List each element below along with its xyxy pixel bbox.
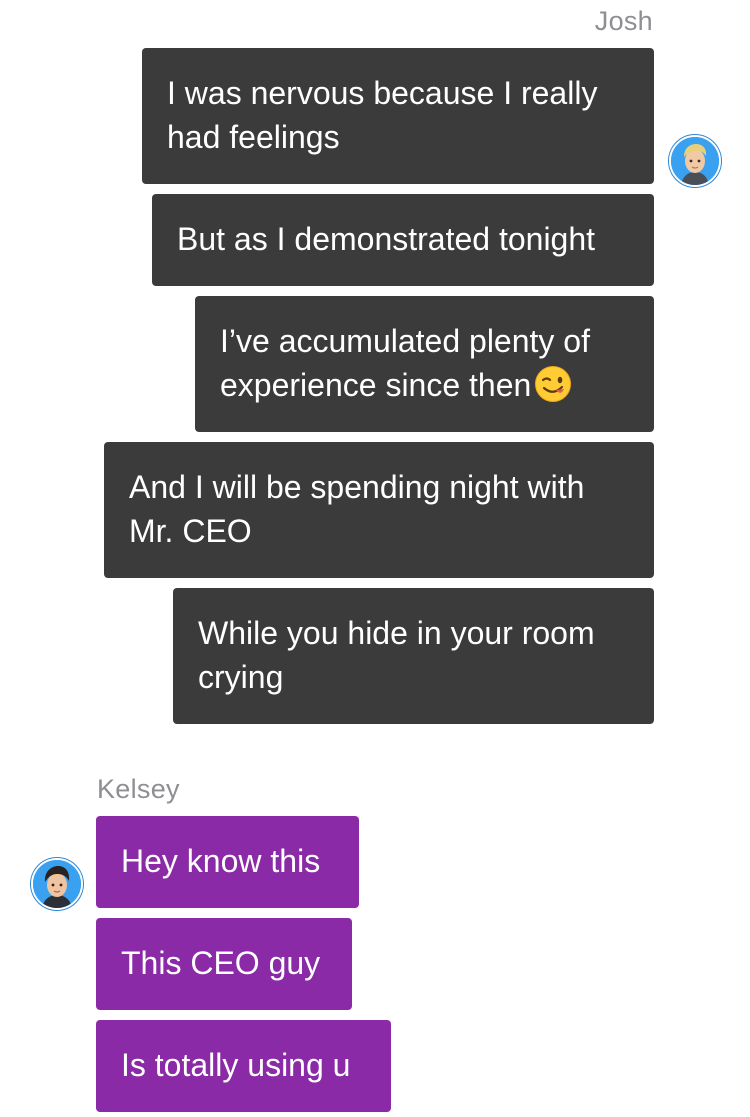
message-bubble: I was nervous because I really had feeli… [142, 48, 654, 184]
josh-avatar-icon [671, 137, 719, 185]
sender-name-josh: Josh [594, 6, 653, 36]
message-text: While you hide in your room crying [198, 615, 604, 695]
message-text: Is totally using u [121, 1047, 351, 1083]
message-bubble: Is totally using u [96, 1020, 391, 1112]
kelsey-avatar-icon [33, 860, 81, 908]
message-text: Hey know this [121, 843, 321, 879]
message-bubble: But as I demonstrated tonight [152, 194, 654, 286]
message-bubble: This CEO guy [96, 918, 352, 1010]
josh-avatar[interactable] [669, 135, 721, 187]
message-bubble: While you hide in your room crying [173, 588, 654, 724]
message-bubble: I’ve accumulated plenty of experience si… [195, 296, 654, 432]
message-text: And I will be spending night with Mr. CE… [129, 469, 594, 549]
message-text: I was nervous because I really had feeli… [167, 75, 607, 155]
kelsey-avatar[interactable] [31, 858, 83, 910]
sender-name-kelsey: Kelsey [97, 774, 180, 804]
message-text: This CEO guy [121, 945, 321, 981]
message-bubble: Hey know this [96, 816, 359, 908]
message-text: But as I demonstrated tonight [177, 221, 596, 257]
winking-face-emoji-icon [534, 365, 572, 403]
message-bubble: And I will be spending night with Mr. CE… [104, 442, 654, 578]
